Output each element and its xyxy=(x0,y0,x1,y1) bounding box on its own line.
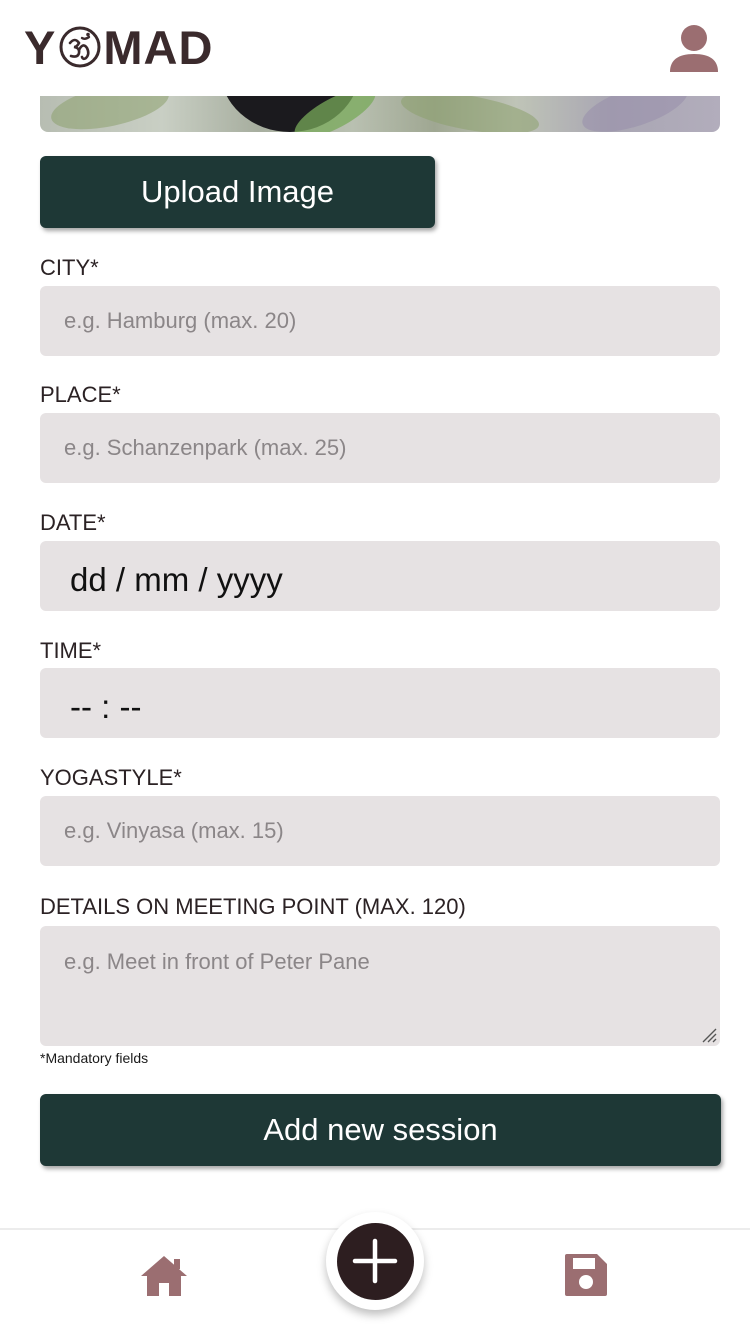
details-label: DETAILS ON MEETING POINT (MAX. 120) xyxy=(40,894,466,919)
leaf-shape xyxy=(398,96,542,132)
place-label: PLACE* xyxy=(40,382,121,407)
date-label: DATE* xyxy=(40,510,106,535)
place-input[interactable]: e.g. Schanzenpark (max. 25) xyxy=(40,413,720,483)
yogastyle-label: YOGASTYLE* xyxy=(40,765,182,790)
leaf-shape xyxy=(47,96,173,132)
time-input[interactable]: -- : -- xyxy=(40,668,720,738)
mandatory-fields-note: *Mandatory fields xyxy=(40,1050,149,1066)
city-input[interactable]: e.g. Hamburg (max. 20) xyxy=(40,286,720,356)
add-session-nav-button[interactable] xyxy=(326,1212,424,1310)
logo-text-left: Y xyxy=(24,20,57,74)
details-placeholder: e.g. Meet in front of Peter Pane xyxy=(64,949,370,974)
resize-handle-icon[interactable] xyxy=(701,1027,717,1043)
plus-icon xyxy=(352,1238,398,1284)
app-header: Y MAD xyxy=(0,0,750,96)
date-input[interactable]: dd / mm / yyyy xyxy=(40,541,720,611)
logo[interactable]: Y MAD xyxy=(24,20,214,74)
om-icon xyxy=(59,26,101,68)
add-button-circle xyxy=(336,1222,414,1300)
logo-text-right: MAD xyxy=(103,20,214,74)
add-new-session-button[interactable]: Add new session xyxy=(40,1094,721,1166)
yogastyle-input[interactable]: e.g. Vinyasa (max. 15) xyxy=(40,796,720,866)
user-profile-icon[interactable] xyxy=(668,24,720,74)
upload-image-button[interactable]: Upload Image xyxy=(40,156,435,228)
city-label: CITY* xyxy=(40,255,99,280)
floppy-disk-icon[interactable] xyxy=(563,1252,609,1298)
time-label: TIME* xyxy=(40,638,102,663)
leaf-shape xyxy=(576,96,694,132)
home-icon[interactable] xyxy=(139,1254,189,1298)
image-preview xyxy=(40,96,720,132)
details-textarea[interactable]: e.g. Meet in front of Peter Pane xyxy=(40,926,720,1046)
